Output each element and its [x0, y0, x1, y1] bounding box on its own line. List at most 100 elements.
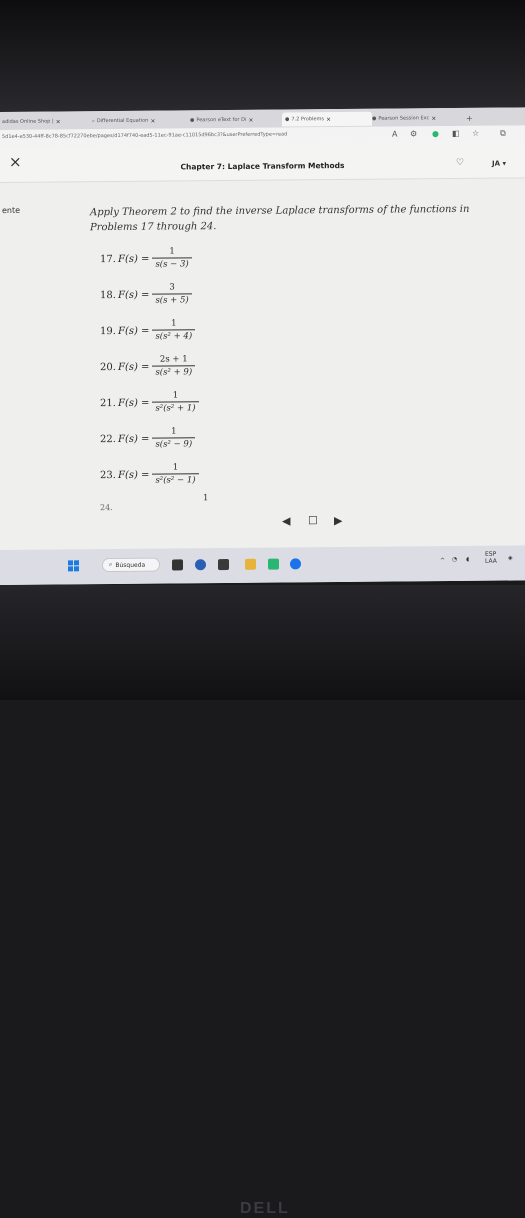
denominator: s(s² + 4)	[152, 329, 196, 343]
url-text[interactable]: 5d1e4-e530-44ff-8c78-85cf72270ebe/pages/…	[2, 131, 287, 139]
fraction: 1 s²(s² − 1)	[152, 462, 199, 487]
problem-number: 22.	[100, 433, 116, 445]
tab-label: Pearson Session Exc	[378, 115, 430, 122]
close-tab-icon[interactable]: ×	[326, 116, 331, 123]
main-content: Apply Theorem 2 to find the inverse Lapl…	[0, 177, 525, 552]
problem-lhs: F(s) =	[118, 361, 150, 373]
tab-adidas[interactable]: adidas Online Shop | ×	[2, 114, 87, 129]
search-icon: ⌕	[92, 118, 95, 125]
problem-18: 18. F(s) = 3 s(s + 5)	[100, 282, 192, 307]
fraction: 3 s(s + 5)	[152, 282, 192, 307]
problem-lhs: F(s) =	[118, 325, 150, 337]
screen: adidas Online Shop | × ⌕ Differential Equa…	[0, 107, 525, 585]
language-indicator[interactable]: ESP LAA	[485, 551, 497, 565]
pearson-icon: ●	[372, 115, 377, 122]
user-menu[interactable]: JA ▾	[492, 160, 506, 168]
pearson-icon: ●	[285, 116, 290, 123]
bookmark-page-icon[interactable]: ☐	[308, 514, 318, 527]
denominator: s²(s² + 1)	[152, 401, 199, 415]
denominator: s(s + 5)	[152, 293, 192, 307]
green-extension-icon[interactable]: ●	[432, 129, 439, 138]
problem-lhs: F(s) =	[118, 253, 150, 265]
denominator: s²(s² − 1)	[152, 473, 199, 487]
windows-start-icon[interactable]	[68, 560, 79, 572]
prev-page-icon[interactable]: ◀	[282, 514, 290, 527]
numerator: 3	[169, 282, 175, 293]
dell-logo: DELL	[240, 1200, 290, 1217]
task-view-icon[interactable]	[172, 559, 183, 571]
denominator: s(s² + 9)	[152, 365, 196, 379]
tab-differential[interactable]: ⌕ Differential Equation ×	[92, 113, 180, 128]
next-page-icon[interactable]: ▶	[334, 514, 342, 527]
read-aloud-icon[interactable]: A	[392, 130, 397, 139]
windows-taskbar: ⌕ Búsqueda ^ ◔ ◖ ESP LAA ◈	[0, 545, 525, 585]
chat-icon[interactable]	[195, 559, 206, 571]
tab-label: Pearson eText for Di	[196, 116, 247, 124]
fraction: 2s + 1 s(s² + 9)	[152, 354, 196, 379]
pearson-icon: ●	[190, 117, 195, 124]
fraction: 1 s(s² − 9)	[152, 426, 196, 451]
collections-icon[interactable]: ⧉	[500, 129, 506, 139]
problem-lhs: F(s) =	[118, 469, 150, 481]
file-explorer-icon[interactable]	[245, 558, 256, 570]
instructions-text: Apply Theorem 2 to find the inverse Lapl…	[90, 203, 470, 234]
problem-19: 19. F(s) = 1 s(s² + 4)	[100, 318, 196, 343]
page-title: Chapter 7: Laplace Transform Methods	[180, 160, 345, 172]
close-tab-icon[interactable]: ×	[248, 116, 253, 123]
problem-number: 23.	[100, 469, 116, 481]
tab-label: Differential Equation	[96, 117, 149, 125]
tab-label: adidas Online Shop |	[2, 118, 54, 125]
region-code: LAA	[485, 557, 497, 565]
problem-number: 19.	[100, 325, 116, 337]
problem-lhs: F(s) =	[118, 433, 150, 445]
bookmark-icon[interactable]: ♡	[456, 158, 464, 168]
problem-22: 22. F(s) = 1 s(s² − 9)	[100, 426, 196, 451]
taskbar-search[interactable]: ⌕ Búsqueda	[102, 557, 160, 573]
problem-lhs: F(s) =	[118, 289, 150, 301]
user-initials: JA	[492, 159, 501, 168]
search-icon: ⌕	[109, 561, 113, 569]
network-icon[interactable]: ◔	[452, 556, 457, 563]
numerator: 1	[172, 390, 179, 401]
fraction: 1 s(s² + 4)	[152, 318, 196, 343]
problem-20: 20. F(s) = 2s + 1 s(s² + 9)	[100, 354, 196, 379]
problem-lhs: F(s) =	[118, 397, 150, 409]
extension-icon[interactable]: ⚙	[410, 129, 417, 138]
notification-icon[interactable]: ◈	[508, 555, 513, 562]
tab-label: 7.2 Problems	[291, 116, 324, 123]
problem-number: 21.	[100, 397, 116, 409]
widgets-icon[interactable]	[218, 559, 229, 571]
tray-chevron-icon[interactable]: ^	[440, 557, 445, 564]
tab-pearson-session[interactable]: ● Pearson Session Exc ×	[372, 111, 462, 126]
new-tab-icon[interactable]: +	[466, 111, 476, 125]
problem-21: 21. F(s) = 1 s²(s² + 1)	[100, 390, 199, 415]
problem-number: 20.	[100, 361, 116, 373]
split-screen-icon[interactable]: ◧	[452, 129, 460, 138]
numerator: 1	[171, 318, 177, 329]
favorites-icon[interactable]: ☆	[472, 129, 479, 138]
close-tab-icon[interactable]: ×	[56, 118, 61, 125]
numerator: 1	[169, 246, 175, 257]
problem-number: 17.	[100, 253, 116, 265]
monitor-bottom-bezel: DELL	[0, 585, 525, 1217]
denominator: s(s² − 9)	[152, 437, 196, 451]
search-label: Búsqueda	[115, 561, 146, 569]
partial-numerator: 1	[203, 493, 209, 504]
fraction: 1 s²(s² + 1)	[152, 390, 199, 415]
volume-icon[interactable]: ◖	[466, 556, 469, 563]
tab-problems[interactable]: ● 7.2 Problems ×	[282, 111, 372, 127]
problem-number: 18.	[100, 289, 116, 301]
numerator: 2s + 1	[159, 354, 188, 365]
reader-header: × Chapter 7: Laplace Transform Methods ♡…	[0, 141, 525, 183]
tab-pearson-etext[interactable]: ● Pearson eText for Di ×	[190, 113, 278, 128]
close-tab-icon[interactable]: ×	[150, 117, 155, 124]
numerator: 1	[172, 462, 179, 473]
fraction: 1 s(s − 3)	[152, 246, 192, 271]
problem-17: 17. F(s) = 1 s(s − 3)	[100, 246, 192, 271]
close-tab-icon[interactable]: ×	[431, 115, 436, 122]
edge-browser-icon[interactable]	[290, 558, 301, 570]
store-icon[interactable]	[268, 558, 279, 570]
denominator: s(s − 3)	[152, 257, 192, 271]
numerator: 1	[171, 426, 177, 437]
monitor-top-bezel	[0, 0, 525, 112]
